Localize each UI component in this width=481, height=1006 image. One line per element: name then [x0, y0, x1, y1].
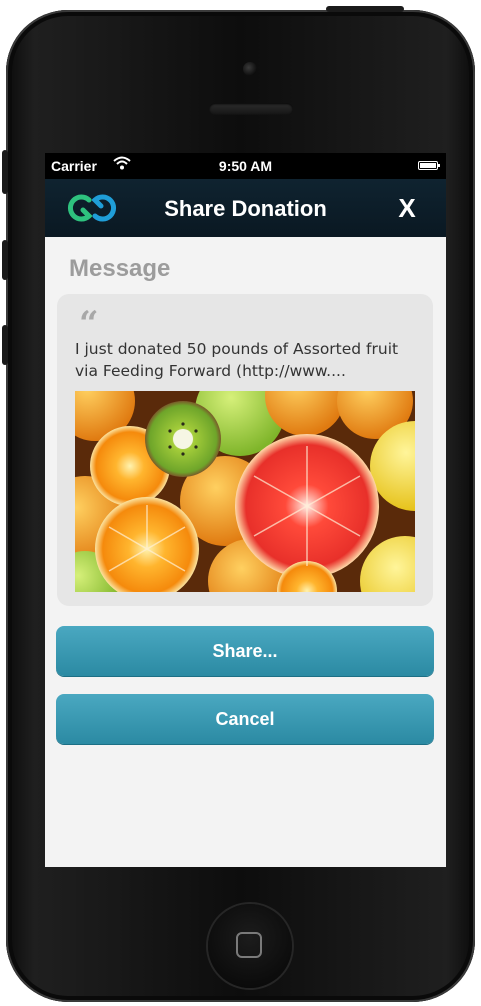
- mute-switch: [2, 150, 8, 194]
- app-screen: Carrier 9:50 AM Share Donation X Message…: [45, 153, 446, 867]
- clock: 9:50 AM: [218, 158, 273, 174]
- cancel-button[interactable]: Cancel: [56, 694, 434, 744]
- fruit-photo: [75, 391, 415, 592]
- message-card: “ I just donated 50 pounds of Assorted f…: [57, 294, 433, 606]
- status-bar: Carrier 9:50 AM: [45, 153, 446, 179]
- earpiece-speaker: [209, 103, 293, 115]
- power-button: [326, 6, 404, 12]
- front-camera: [243, 62, 257, 76]
- volume-up-button: [2, 240, 8, 280]
- message-text: I just donated 50 pounds of Assorted fru…: [75, 340, 399, 380]
- share-button[interactable]: Share...: [56, 626, 434, 676]
- home-square-icon: [236, 932, 262, 958]
- navigation-bar: Share Donation X: [45, 179, 446, 237]
- home-button[interactable]: [208, 904, 292, 988]
- close-button[interactable]: X: [387, 192, 427, 224]
- message-heading: Message: [69, 255, 171, 282]
- volume-down-button: [2, 325, 8, 365]
- page-title: Share Donation: [164, 196, 327, 221]
- battery-icon: [418, 161, 440, 170]
